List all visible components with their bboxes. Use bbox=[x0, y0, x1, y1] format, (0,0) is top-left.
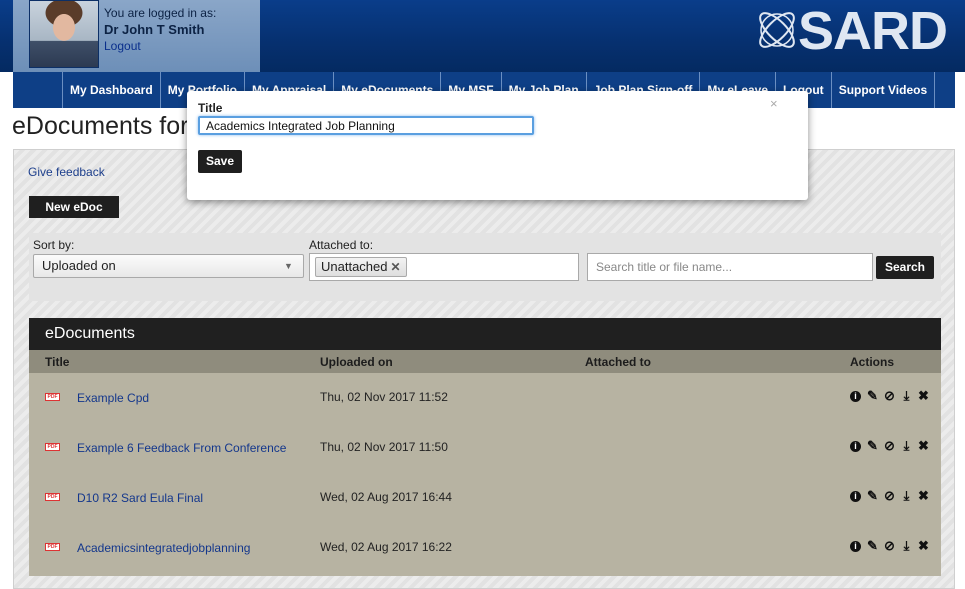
sard-logo: SARD bbox=[752, 1, 948, 61]
user-name: Dr John T Smith bbox=[104, 22, 205, 37]
avatar bbox=[29, 0, 99, 68]
attached-tag-label: Unattached bbox=[321, 259, 388, 274]
uploaded-date: Thu, 02 Nov 2017 11:52 bbox=[320, 390, 448, 404]
column-attached-to[interactable]: Attached to bbox=[585, 355, 651, 369]
modal-title-label: Title bbox=[198, 101, 223, 115]
table-column-headers: Title Uploaded on Attached to Actions bbox=[29, 350, 941, 373]
pdf-file-icon: PDF bbox=[45, 543, 60, 551]
uploaded-date: Wed, 02 Aug 2017 16:44 bbox=[320, 490, 452, 504]
edit-pencil-icon[interactable]: ✎ bbox=[865, 388, 880, 404]
table-row: PDF Academicsintegratedjobplanning Wed, … bbox=[29, 523, 941, 573]
search-button[interactable]: Search bbox=[876, 256, 934, 279]
edocuments-table-body: PDF Example Cpd Thu, 02 Nov 2017 11:52 i… bbox=[29, 373, 941, 576]
delete-icon[interactable]: ✖ bbox=[916, 538, 931, 554]
edocuments-table-heading: eDocuments bbox=[29, 318, 941, 350]
attach-paperclip-icon[interactable]: ⊘ bbox=[882, 538, 897, 554]
download-icon[interactable]: ⤓ bbox=[899, 488, 914, 504]
nav-item-my-dashboard[interactable]: My Dashboard bbox=[63, 72, 161, 108]
edit-pencil-icon[interactable]: ✎ bbox=[865, 538, 880, 554]
edit-pencil-icon[interactable]: ✎ bbox=[865, 438, 880, 454]
chevron-down-icon: ▼ bbox=[284, 261, 293, 271]
uploaded-date: Thu, 02 Nov 2017 11:50 bbox=[320, 440, 448, 454]
row-actions: i ✎ ⊘ ⤓ ✖ bbox=[850, 388, 931, 404]
remove-tag-icon[interactable]: ✕ bbox=[391, 260, 401, 274]
attach-paperclip-icon[interactable]: ⊘ bbox=[882, 388, 897, 404]
column-title[interactable]: Title bbox=[45, 355, 69, 369]
info-icon[interactable]: i bbox=[850, 441, 861, 452]
pdf-file-icon: PDF bbox=[45, 443, 60, 451]
close-icon[interactable]: × bbox=[770, 96, 778, 111]
attached-tag-unattached: Unattached ✕ bbox=[315, 257, 407, 277]
info-icon[interactable]: i bbox=[850, 491, 861, 502]
delete-icon[interactable]: ✖ bbox=[916, 488, 931, 504]
table-row: PDF Example 6 Feedback From Conference T… bbox=[29, 423, 941, 473]
sort-by-label: Sort by: bbox=[33, 238, 75, 252]
edit-title-modal: Title × Save bbox=[187, 91, 808, 200]
column-actions: Actions bbox=[850, 355, 895, 369]
new-edoc-button[interactable]: New eDoc bbox=[29, 196, 119, 218]
header-logout-link[interactable]: Logout bbox=[104, 39, 141, 53]
document-title-link[interactable]: Example Cpd bbox=[77, 391, 149, 405]
table-row: PDF Example Cpd Thu, 02 Nov 2017 11:52 i… bbox=[29, 373, 941, 423]
pdf-file-icon: PDF bbox=[45, 493, 60, 501]
row-actions: i ✎ ⊘ ⤓ ✖ bbox=[850, 538, 931, 554]
info-icon[interactable]: i bbox=[850, 391, 861, 402]
title-input[interactable] bbox=[198, 116, 534, 135]
logo-text: SARD bbox=[798, 1, 948, 61]
delete-icon[interactable]: ✖ bbox=[916, 438, 931, 454]
download-icon[interactable]: ⤓ bbox=[899, 438, 914, 454]
column-uploaded-on[interactable]: Uploaded on bbox=[320, 355, 393, 369]
user-info-panel: You are logged in as: Dr John T Smith Lo… bbox=[13, 0, 260, 72]
document-title-link[interactable]: D10 R2 Sard Eula Final bbox=[77, 491, 203, 505]
give-feedback-link[interactable]: Give feedback bbox=[28, 165, 105, 179]
row-actions: i ✎ ⊘ ⤓ ✖ bbox=[850, 488, 931, 504]
nav-spacer bbox=[13, 72, 63, 108]
logo-mark-icon bbox=[759, 12, 795, 48]
site-header: You are logged in as: Dr John T Smith Lo… bbox=[0, 0, 965, 72]
row-actions: i ✎ ⊘ ⤓ ✖ bbox=[850, 438, 931, 454]
search-input[interactable] bbox=[587, 253, 873, 281]
pdf-file-icon: PDF bbox=[45, 393, 60, 401]
download-icon[interactable]: ⤓ bbox=[899, 388, 914, 404]
attach-paperclip-icon[interactable]: ⊘ bbox=[882, 488, 897, 504]
attached-to-label: Attached to: bbox=[309, 238, 374, 252]
delete-icon[interactable]: ✖ bbox=[916, 388, 931, 404]
sort-by-select[interactable]: Uploaded on bbox=[33, 254, 304, 278]
page-title: eDocuments for bbox=[12, 112, 189, 140]
uploaded-date: Wed, 02 Aug 2017 16:22 bbox=[320, 540, 452, 554]
save-button[interactable]: Save bbox=[198, 150, 242, 173]
download-icon[interactable]: ⤓ bbox=[899, 538, 914, 554]
info-icon[interactable]: i bbox=[850, 541, 861, 552]
edit-pencil-icon[interactable]: ✎ bbox=[865, 488, 880, 504]
document-title-link[interactable]: Academicsintegratedjobplanning bbox=[77, 541, 250, 555]
document-title-link[interactable]: Example 6 Feedback From Conference bbox=[77, 441, 286, 455]
table-row: PDF D10 R2 Sard Eula Final Wed, 02 Aug 2… bbox=[29, 473, 941, 523]
nav-item-support-videos[interactable]: Support Videos bbox=[832, 72, 936, 108]
attach-paperclip-icon[interactable]: ⊘ bbox=[882, 438, 897, 454]
logged-in-label: You are logged in as: bbox=[104, 6, 217, 20]
